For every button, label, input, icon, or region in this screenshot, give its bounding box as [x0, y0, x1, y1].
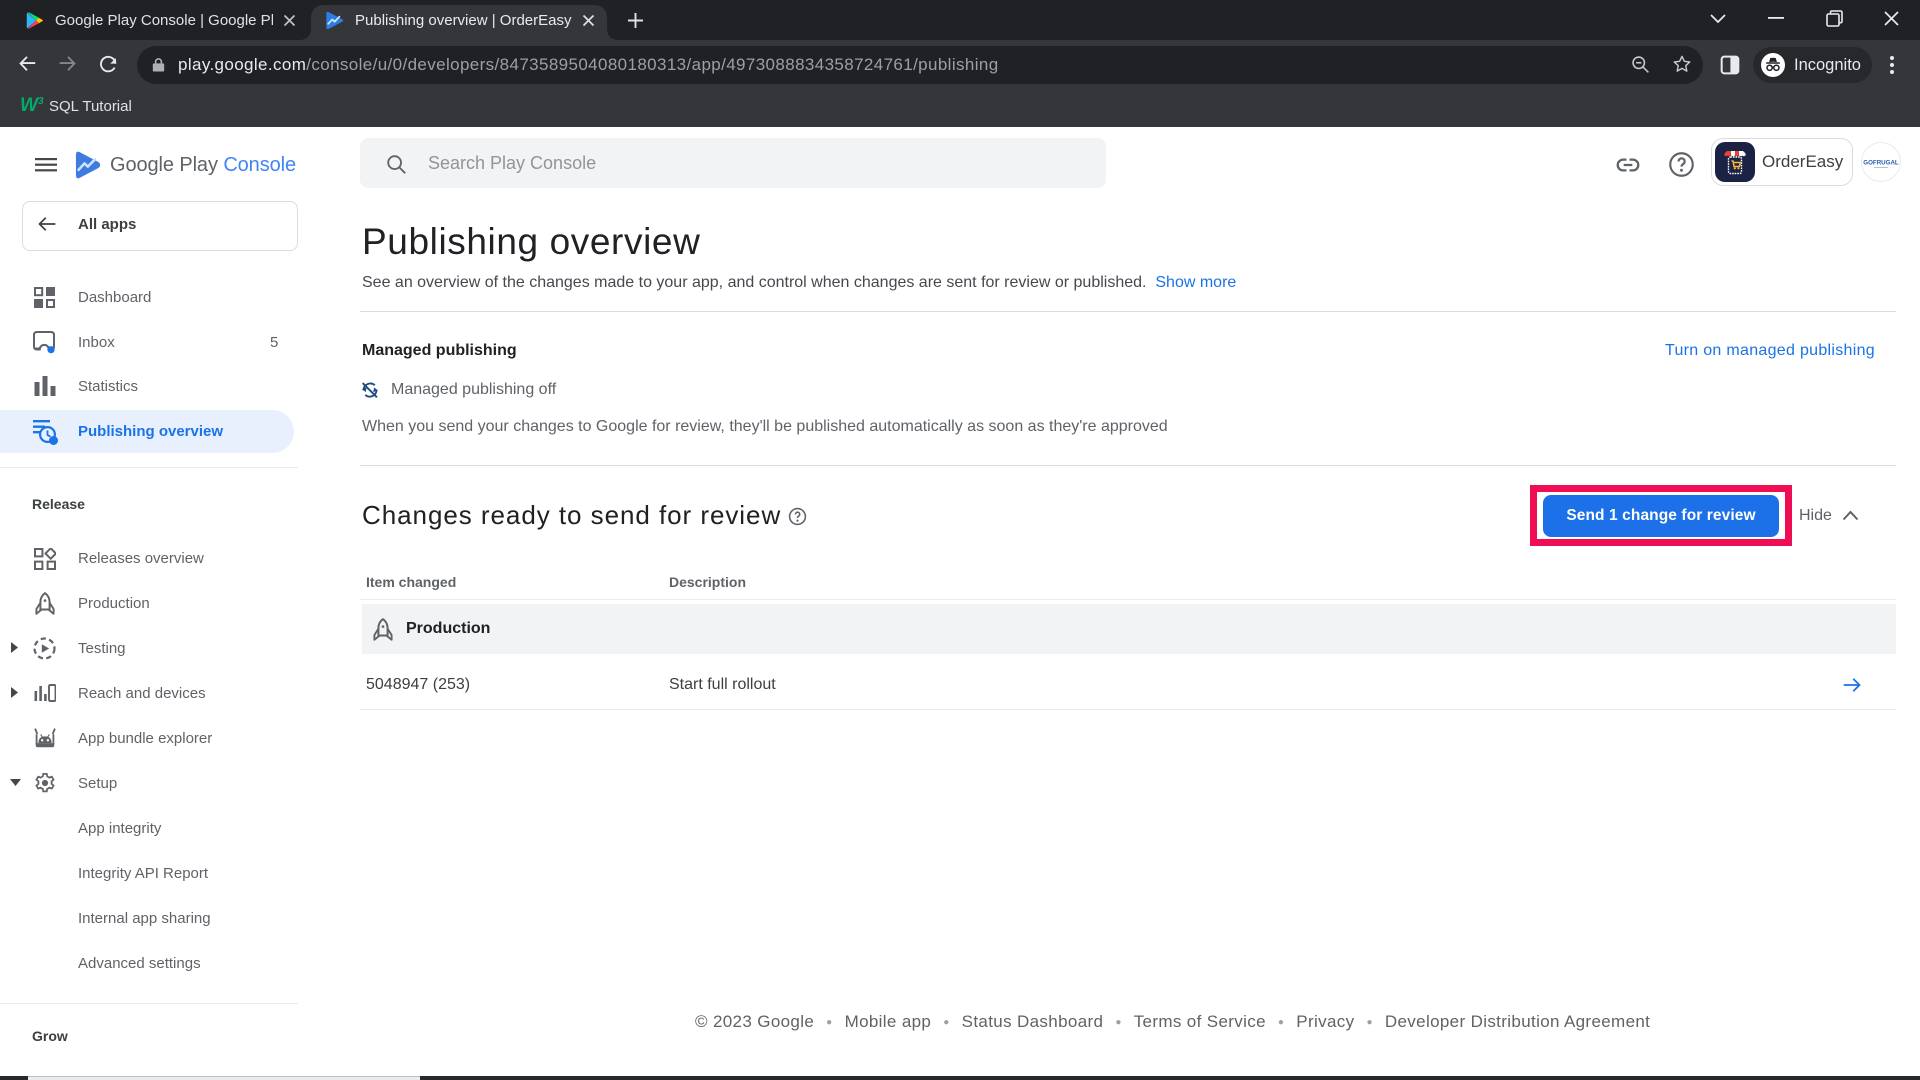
svg-text:GOFRUGAL: GOFRUGAL [1863, 160, 1899, 167]
